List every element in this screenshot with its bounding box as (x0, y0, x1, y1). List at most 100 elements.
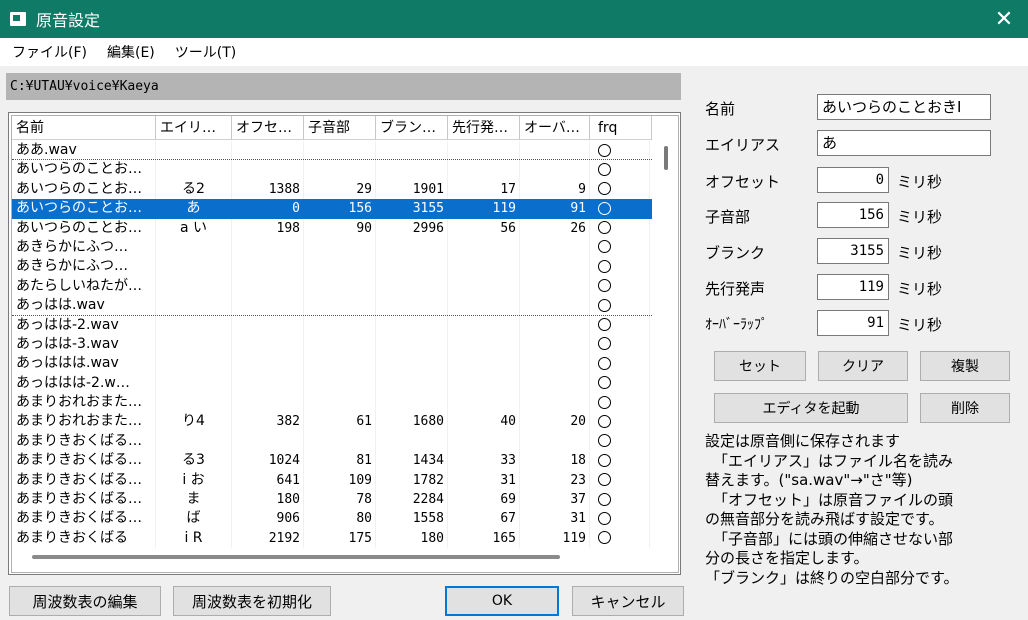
column-header-consonant[interactable]: 子音部 (304, 116, 376, 140)
delete-button[interactable]: 削除 (920, 393, 1010, 423)
offset-field[interactable]: 0 (817, 167, 889, 193)
row-offset: 906 (232, 509, 304, 529)
frq-circle-icon (598, 221, 611, 235)
overlap-field[interactable]: 91 (817, 310, 889, 336)
vertical-scrollbar-thumb[interactable] (664, 146, 668, 170)
row-offset: 1024 (232, 451, 304, 471)
column-header-blank[interactable]: ブラン… (376, 116, 448, 140)
row-name: あっはは-3.wav (12, 334, 156, 355)
row-offset (232, 393, 304, 413)
table-row[interactable]: あまりおれおまた… り4 382 61 1680 40 20 (12, 412, 652, 432)
column-header-frq[interactable]: frq (590, 116, 652, 140)
table-row[interactable]: あきらかにふつ… (12, 237, 652, 258)
frq-circle-icon (598, 182, 611, 196)
row-alias: る3 (156, 451, 232, 471)
table-row[interactable]: あまりきおくばる… (12, 431, 652, 452)
blank-field[interactable]: 3155 (817, 238, 889, 264)
row-preutter (448, 276, 520, 297)
row-blank (376, 373, 448, 394)
row-blank: 1782 (376, 470, 448, 491)
app-icon (10, 12, 26, 26)
row-blank: 2996 (376, 218, 448, 238)
frq-circle-icon (598, 434, 611, 448)
row-overlap: 18 (520, 451, 590, 471)
row-consonant: 175 (304, 528, 376, 549)
edit-frequency-table-button[interactable]: 周波数表の編集 (9, 586, 161, 616)
close-icon[interactable]: ✕ (980, 0, 1028, 38)
name-field[interactable]: あいつらのことおきI (817, 94, 991, 120)
table-row[interactable]: あまりおれおまた… (12, 393, 652, 413)
row-frq (590, 276, 650, 297)
duplicate-button[interactable]: 複製 (920, 351, 1010, 381)
row-overlap (520, 431, 590, 452)
row-offset (232, 296, 304, 315)
row-preutter (448, 431, 520, 452)
row-preutter: 31 (448, 470, 520, 491)
row-offset (232, 431, 304, 452)
row-alias: ば (156, 509, 232, 529)
row-alias (156, 141, 232, 160)
column-header-name[interactable]: 名前 (12, 116, 156, 140)
preutter-field[interactable]: 119 (817, 274, 889, 300)
row-frq (590, 179, 650, 200)
row-offset (232, 354, 304, 374)
table-row[interactable]: あまりきおくばる… る3 1024 81 1434 33 18 (12, 451, 652, 471)
table-row[interactable]: あきらかにふつ… (12, 257, 652, 277)
row-consonant (304, 393, 376, 413)
table-row-selected[interactable]: あいつらのことお… あ 0 156 3155 119 91 (12, 199, 652, 219)
clear-button[interactable]: クリア (818, 351, 908, 381)
cancel-button[interactable]: キャンセル (572, 586, 684, 616)
row-consonant (304, 237, 376, 258)
menu-file[interactable]: ファイル(F) (4, 42, 95, 62)
table-row[interactable]: あまりきおくばる… ば 906 80 1558 67 31 (12, 509, 652, 529)
table-row[interactable]: あまりきおくばる… ま 180 78 2284 69 37 (12, 490, 652, 510)
ok-button[interactable]: OK (445, 586, 559, 616)
frq-circle-icon (598, 356, 611, 370)
table-row[interactable]: あいつらのことお… (12, 160, 652, 180)
horizontal-scrollbar-thumb[interactable] (32, 555, 560, 559)
alias-field[interactable]: あ (817, 130, 991, 156)
column-header-overlap[interactable]: オーバ… (520, 116, 590, 140)
table-row[interactable]: あたらしいねたが… (12, 276, 652, 297)
preutter-unit: ミリ秒 (897, 280, 943, 298)
oto-list[interactable]: 名前 エイリ… オフセ… 子音部 ブラン… 先行発… オーバ… frq ああ.w… (11, 115, 679, 573)
row-preutter: 165 (448, 528, 520, 549)
column-header-offset[interactable]: オフセ… (232, 116, 304, 140)
row-frq (590, 470, 650, 491)
name-label: 名前 (705, 100, 736, 118)
menu-tools[interactable]: ツール(T) (167, 42, 244, 62)
row-name: あまりきおくばる… (12, 451, 156, 471)
frq-circle-icon (598, 201, 611, 215)
frq-circle-icon (598, 414, 611, 428)
help-line: 設定は原音側に保存されます (705, 432, 901, 450)
table-row[interactable]: あっはは-3.wav (12, 334, 652, 355)
row-blank (376, 257, 448, 277)
column-header-preutter[interactable]: 先行発… (448, 116, 520, 140)
row-overlap: 31 (520, 509, 590, 529)
row-name: あまりきおくばる (12, 528, 156, 549)
table-row[interactable]: あっはは-2.wav (12, 315, 652, 335)
row-blank (376, 315, 448, 335)
row-blank: 1558 (376, 509, 448, 529)
row-overlap (520, 354, 590, 374)
initialize-frequency-table-button[interactable]: 周波数表を初期化 (173, 586, 331, 616)
table-row[interactable]: あっはは.wav (12, 296, 652, 316)
table-row[interactable]: あいつらのことお… a い 198 90 2996 56 26 (12, 218, 652, 238)
column-header-alias[interactable]: エイリ… (156, 116, 232, 140)
launch-editor-button[interactable]: エディタを起動 (714, 393, 908, 423)
row-blank: 1901 (376, 179, 448, 200)
consonant-field[interactable]: 156 (817, 202, 889, 228)
menu-bar: ファイル(F) 編集(E) ツール(T) (0, 38, 1028, 66)
table-row[interactable]: ああ.wav (12, 141, 652, 161)
table-row[interactable]: あっははは.wav (12, 354, 652, 374)
row-alias (156, 431, 232, 452)
row-consonant (304, 315, 376, 335)
help-line: 「ブランク」は終りの空白部分です。 (705, 568, 959, 587)
table-row[interactable]: あまりきおくばる i R 2192 175 180 165 119 (12, 528, 652, 549)
table-row[interactable]: あっははは-2.w… (12, 373, 652, 394)
table-row[interactable]: あいつらのことお… る2 1388 29 1901 17 9 (12, 179, 652, 200)
menu-edit[interactable]: 編集(E) (99, 42, 163, 62)
set-button[interactable]: セット (714, 351, 806, 381)
table-row[interactable]: あまりきおくばる… i お 641 109 1782 31 23 (12, 470, 652, 491)
row-blank: 2284 (376, 490, 448, 510)
